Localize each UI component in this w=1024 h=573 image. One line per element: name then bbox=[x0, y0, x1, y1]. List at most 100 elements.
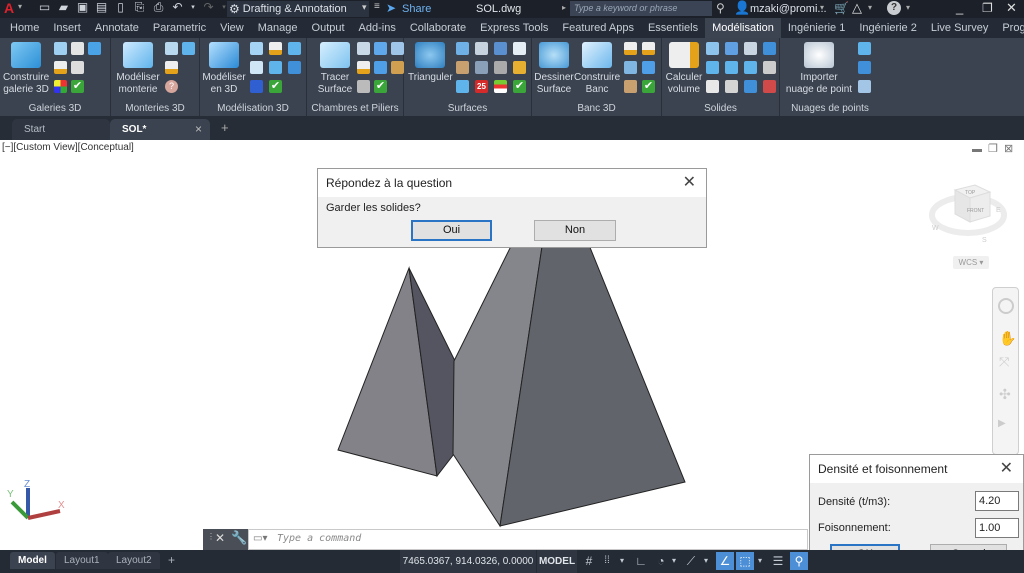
user-dropdown-icon[interactable]: ▾ bbox=[820, 3, 824, 12]
pencil-icon[interactable] bbox=[456, 61, 469, 74]
snap-icon[interactable]: ⁞⁞ bbox=[600, 552, 614, 570]
layer-icon[interactable] bbox=[269, 42, 282, 55]
oui-button[interactable]: Oui bbox=[411, 220, 492, 241]
solid-op-icon[interactable] bbox=[763, 42, 776, 55]
contours-icon[interactable] bbox=[456, 80, 469, 93]
tab-ingenierie-2[interactable]: Ingénierie 2 bbox=[852, 18, 924, 38]
calendar-icon[interactable] bbox=[71, 42, 84, 55]
help-icon[interactable]: ? bbox=[887, 1, 901, 15]
tab-essentiels[interactable]: Essentiels bbox=[641, 18, 705, 38]
undo-icon[interactable]: ↶ bbox=[171, 1, 184, 14]
a360-dropdown-icon[interactable]: ▾ bbox=[868, 3, 872, 12]
brush-icon[interactable] bbox=[391, 61, 404, 74]
layer-icon[interactable] bbox=[624, 42, 637, 55]
pan-hand-icon[interactable]: ✋ bbox=[999, 330, 1016, 347]
layer-icon[interactable] bbox=[642, 42, 655, 55]
window-icon[interactable] bbox=[513, 42, 526, 55]
check-icon[interactable]: ✔ bbox=[374, 80, 387, 93]
help-dropdown-icon[interactable]: ▾ bbox=[906, 3, 910, 12]
redo-icon[interactable]: ↷ bbox=[202, 1, 215, 14]
bench-icon[interactable] bbox=[624, 61, 637, 74]
block-icon[interactable] bbox=[165, 42, 178, 55]
command-input[interactable]: Type a command bbox=[277, 533, 361, 544]
number-icon[interactable]: 25 bbox=[475, 80, 488, 93]
wrench-icon[interactable]: 🔧 bbox=[231, 530, 247, 546]
pyramid-icon[interactable] bbox=[494, 42, 507, 55]
funnel-icon[interactable] bbox=[288, 42, 301, 55]
check-icon[interactable]: ✔ bbox=[269, 80, 282, 93]
points-icon[interactable] bbox=[475, 61, 488, 74]
showmotion-icon[interactable]: ▶ bbox=[998, 418, 1006, 429]
lineweight-icon[interactable]: ☰ bbox=[770, 552, 786, 570]
construire-banc-button[interactable]: Construire Banc bbox=[574, 42, 620, 96]
app-logo[interactable]: A bbox=[4, 0, 14, 16]
network-icon[interactable] bbox=[288, 61, 301, 74]
grid-icon[interactable]: # bbox=[582, 552, 596, 570]
swell-input[interactable]: 1.00 bbox=[975, 518, 1019, 538]
save-as-icon[interactable]: ▤ bbox=[95, 1, 108, 14]
osnap-dropdown-icon[interactable]: ▾ bbox=[756, 552, 764, 570]
tab-progeox[interactable]: Progeox bbox=[995, 18, 1024, 38]
layout-tab-layout1[interactable]: Layout1 bbox=[56, 552, 108, 569]
restore-icon[interactable]: ❐ bbox=[982, 1, 993, 15]
print-solid-icon[interactable] bbox=[706, 80, 719, 93]
map-icon[interactable] bbox=[513, 61, 526, 74]
tab-view[interactable]: View bbox=[213, 18, 251, 38]
help-icon[interactable]: ? bbox=[165, 80, 178, 93]
workspace-dropdown-icon[interactable]: ▾ bbox=[362, 2, 367, 13]
check-icon[interactable]: ✔ bbox=[642, 80, 655, 93]
undo-dropdown-icon[interactable]: ▾ bbox=[190, 1, 196, 14]
search-icon[interactable]: ⚲ bbox=[716, 1, 725, 15]
share-button[interactable]: Share bbox=[402, 3, 431, 15]
tab-start[interactable]: Start bbox=[12, 119, 110, 140]
app-menu-chevron-icon[interactable]: ▾ bbox=[18, 2, 22, 11]
subtract-icon[interactable] bbox=[725, 61, 738, 74]
object-snap-icon[interactable]: ⬚ bbox=[736, 552, 754, 570]
autodesk-a360-icon[interactable]: △ bbox=[852, 0, 862, 16]
tab-home[interactable]: Home bbox=[0, 18, 46, 38]
level-icon[interactable] bbox=[374, 61, 387, 74]
polar-dropdown-icon[interactable]: ▾ bbox=[670, 552, 678, 570]
add-layout-button[interactable]: + bbox=[160, 552, 183, 569]
spread-icon[interactable] bbox=[269, 61, 282, 74]
tab-ingenierie-1[interactable]: Ingénierie 1 bbox=[781, 18, 853, 38]
pencil-icon[interactable] bbox=[624, 80, 637, 93]
isodraft-icon[interactable]: ⟋ bbox=[684, 552, 698, 570]
tab-modelisation[interactable]: Modélisation bbox=[705, 18, 781, 38]
layer-icon[interactable] bbox=[54, 61, 67, 74]
trianguler-button[interactable]: Trianguler bbox=[408, 42, 453, 84]
solid-op-icon[interactable] bbox=[744, 42, 757, 55]
layer-icon[interactable] bbox=[165, 61, 178, 74]
zoom-extents-icon[interactable]: ⤧ bbox=[999, 354, 1009, 370]
steering-wheel-icon[interactable] bbox=[998, 298, 1014, 314]
save-icon[interactable]: ▣ bbox=[76, 1, 89, 14]
point-file-icon[interactable] bbox=[858, 42, 871, 55]
tab-output[interactable]: Output bbox=[305, 18, 352, 38]
new-tab-button[interactable]: + bbox=[221, 120, 229, 135]
tracer-surface-button[interactable]: Tracer Surface bbox=[316, 42, 354, 96]
tab-annotate[interactable]: Annotate bbox=[88, 18, 146, 38]
annotation-scale-icon[interactable]: ⚲ bbox=[790, 552, 808, 570]
check-icon[interactable]: ✔ bbox=[71, 80, 84, 93]
arrows-icon[interactable] bbox=[374, 42, 387, 55]
orbit-icon[interactable]: ✣ bbox=[999, 386, 1011, 403]
tab-featured-apps[interactable]: Featured Apps bbox=[555, 18, 641, 38]
tab-add-ins[interactable]: Add-ins bbox=[352, 18, 403, 38]
shape-icon[interactable] bbox=[250, 42, 263, 55]
strata-icon[interactable] bbox=[494, 80, 507, 93]
slope-icon[interactable] bbox=[182, 42, 195, 55]
coordinates-readout[interactable]: 7465.0367, 914.0326, 0.0000 bbox=[400, 550, 536, 573]
box-icon[interactable] bbox=[475, 42, 488, 55]
print-icon[interactable]: ⎙ bbox=[152, 1, 165, 14]
tab-sol-drawing[interactable]: SOL* × bbox=[110, 119, 210, 140]
dessiner-surface-button[interactable]: Dessiner Surface bbox=[534, 42, 574, 96]
network-icon[interactable] bbox=[725, 80, 738, 93]
share-icon[interactable]: ➤ bbox=[386, 1, 396, 15]
command-history-icon[interactable]: ▭▾ bbox=[253, 533, 267, 544]
modeliser-monterie-button[interactable]: Modéliser monterie bbox=[114, 42, 162, 96]
layer-icon[interactable] bbox=[357, 61, 370, 74]
close-icon[interactable]: ✕ bbox=[683, 169, 696, 197]
layout-tab-model[interactable]: Model bbox=[10, 552, 55, 569]
delete-solid-icon[interactable] bbox=[763, 80, 776, 93]
polar-tracking-icon[interactable]: ◔ bbox=[654, 552, 668, 570]
